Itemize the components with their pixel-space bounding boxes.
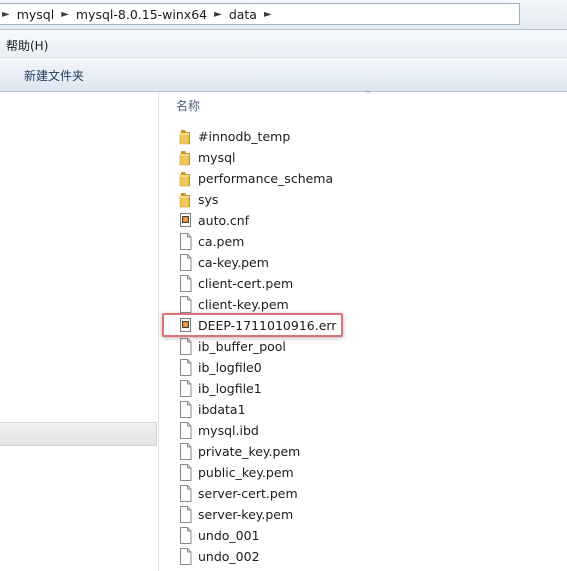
file-name: private_key.pem — [198, 443, 301, 459]
folder-item[interactable]: performance_schema — [178, 168, 333, 188]
file-icon — [178, 358, 193, 376]
file-name: mysql — [198, 149, 236, 165]
file-icon — [178, 484, 193, 502]
file-name: public_key.pem — [198, 464, 294, 480]
file-name: sys — [198, 191, 219, 207]
file-icon — [178, 463, 193, 481]
config-file-icon — [178, 212, 193, 229]
file-icon — [178, 547, 193, 565]
breadcrumb[interactable]: ► mysql ► mysql-8.0.15-winx64 ► data ► — [0, 3, 520, 25]
file-name: ibdata1 — [198, 401, 246, 417]
file-item[interactable]: ib_logfile0 — [178, 357, 262, 377]
explorer-window: ► mysql ► mysql-8.0.15-winx64 ► data ► 帮… — [0, 0, 567, 571]
file-item[interactable]: ib_logfile1 — [178, 378, 262, 398]
file-item[interactable]: auto.cnf — [178, 210, 249, 230]
file-item[interactable]: ibdata1 — [178, 399, 246, 419]
file-name: ib_logfile1 — [198, 380, 262, 396]
file-icon — [178, 442, 193, 460]
column-header-name[interactable]: 名称 — [176, 97, 200, 114]
folder-icon — [178, 191, 193, 208]
chevron-right-icon[interactable]: ► — [208, 9, 228, 20]
file-item[interactable]: private_key.pem — [178, 441, 300, 461]
file-item[interactable]: ca.pem — [178, 231, 244, 251]
file-name: ib_logfile0 — [198, 359, 262, 375]
file-name: performance_schema — [198, 170, 334, 186]
breadcrumb-item-mysql-8[interactable]: mysql-8.0.15-winx64 — [75, 7, 208, 22]
file-name: server-key.pem — [198, 506, 294, 522]
file-icon — [178, 505, 193, 523]
file-item[interactable]: client-key.pem — [178, 294, 289, 314]
file-name: undo_001 — [198, 527, 260, 543]
file-name: ib_buffer_pool — [198, 338, 286, 354]
chevron-right-icon[interactable]: ► — [0, 9, 16, 20]
file-name: mysql.ibd — [198, 422, 259, 438]
file-name: #innodb_temp — [198, 128, 291, 144]
file-name: undo_002 — [198, 548, 260, 564]
breadcrumb-item-data[interactable]: data — [228, 7, 258, 22]
file-icon — [178, 274, 193, 292]
file-name: ca.pem — [198, 233, 245, 249]
folder-item[interactable]: mysql — [178, 147, 236, 167]
file-item[interactable]: mysql.ibd — [178, 420, 259, 440]
file-name: client-key.pem — [198, 296, 289, 312]
sort-ascending-icon: ^ — [364, 90, 372, 100]
highlight-box — [162, 313, 343, 337]
file-item[interactable]: ca-key.pem — [178, 252, 269, 272]
file-icon — [178, 379, 193, 397]
file-item[interactable]: client-cert.pem — [178, 273, 293, 293]
file-icon — [178, 295, 193, 313]
folder-icon — [178, 149, 193, 166]
file-name: auto.cnf — [198, 212, 250, 228]
new-folder-button[interactable]: 新建文件夹 — [24, 67, 84, 84]
file-icon — [178, 421, 193, 439]
folder-icon — [178, 170, 193, 187]
file-item[interactable]: undo_001 — [178, 525, 260, 545]
file-name: server-cert.pem — [198, 485, 298, 501]
file-icon — [178, 337, 193, 355]
folder-icon — [178, 128, 193, 145]
file-name: client-cert.pem — [198, 275, 294, 291]
command-bar: 新建文件夹 — [0, 58, 567, 92]
chevron-right-icon[interactable]: ► — [258, 9, 278, 20]
file-item[interactable]: server-cert.pem — [178, 483, 298, 503]
file-item[interactable]: server-key.pem — [178, 504, 293, 524]
file-icon — [178, 526, 193, 544]
nav-selected-item[interactable] — [0, 422, 157, 446]
menu-bar: 帮助(H) — [0, 30, 567, 58]
menu-help[interactable]: 帮助(H) — [6, 37, 48, 54]
file-item[interactable]: undo_002 — [178, 546, 260, 566]
breadcrumb-item-mysql[interactable]: mysql — [16, 7, 56, 22]
file-item[interactable]: public_key.pem — [178, 462, 294, 482]
chevron-right-icon[interactable]: ► — [55, 9, 75, 20]
file-icon — [178, 232, 193, 250]
address-bar: ► mysql ► mysql-8.0.15-winx64 ► data ► — [0, 0, 567, 30]
folder-item[interactable]: sys — [178, 189, 218, 209]
navigation-pane[interactable] — [0, 92, 159, 571]
file-icon — [178, 253, 193, 271]
file-icon — [178, 400, 193, 418]
file-name: ca-key.pem — [198, 254, 269, 270]
folder-item[interactable]: #innodb_temp — [178, 126, 290, 146]
file-item[interactable]: ib_buffer_pool — [178, 336, 286, 356]
